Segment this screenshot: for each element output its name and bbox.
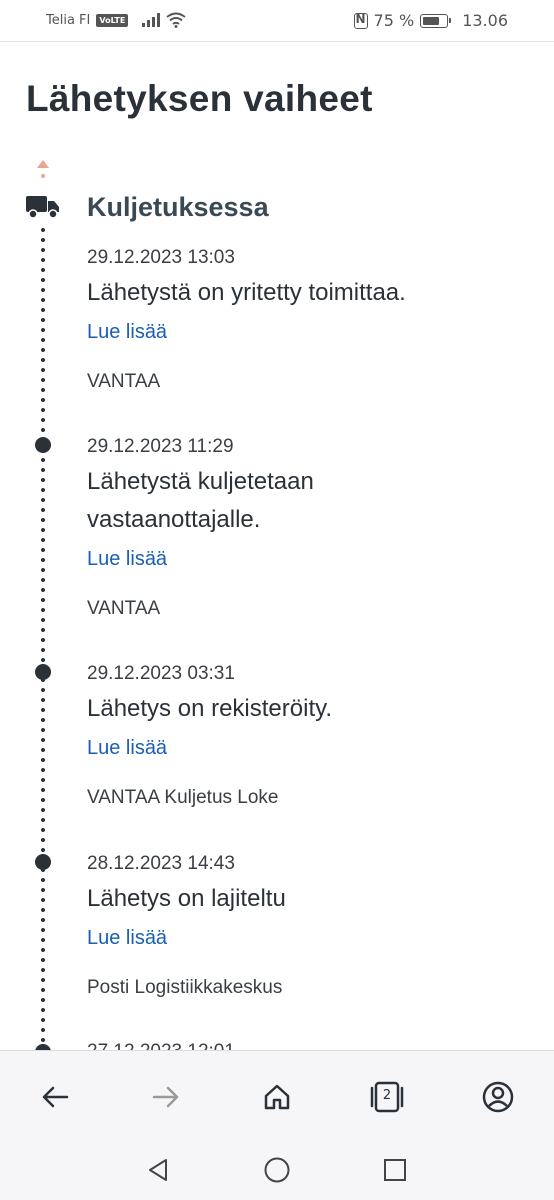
event-date: 28.12.2023 14:43 [87,853,235,874]
event-description: Lähetystä on yritetty toimittaa. [87,279,406,306]
system-navigation-bar [0,1140,554,1200]
forward-button[interactable] [148,1079,184,1115]
carrier-name: Telia FI [46,12,91,28]
back-button[interactable] [37,1079,73,1115]
event-item: 28.12.2023 14:43 Lähetys on lajiteltu Lu… [87,852,527,1000]
status-bar: Telia FI VoLTE 75 % 13.06 [0,0,554,42]
forward-arrow-icon [152,1086,179,1108]
event-location: Posti Logistiikkakeskus [87,977,283,998]
current-status-heading: Kuljetuksessa [87,192,269,222]
event-date: 29.12.2023 11:29 [87,436,234,457]
nav-home-button[interactable] [262,1155,292,1185]
event-description: Lähetystä kuljetetaan vastaanottajalle. [87,468,314,533]
event-item: 29.12.2023 13:03 Lähetystä on yritetty t… [87,246,527,394]
read-more-link[interactable]: Lue lisää [87,547,527,571]
nav-recents-button[interactable] [380,1155,410,1185]
nav-back-icon [149,1159,167,1181]
truck-icon [26,196,59,219]
timeline-dot [35,664,51,680]
timeline-dot [35,437,51,453]
event-item: 29.12.2023 11:29 Lähetystä kuljetetaan v… [87,435,527,621]
timeline-dot [35,854,51,870]
clock: 13.06 [462,11,508,30]
account-button[interactable] [480,1079,516,1115]
event-date: 29.12.2023 03:31 [87,663,235,684]
nfc-icon [353,12,368,29]
event-date: 29.12.2023 13:03 [87,247,235,268]
wifi-icon [166,12,186,28]
battery-percent: 75 % [373,11,415,30]
tab-count: 2 [382,1088,392,1103]
battery-icon [420,13,452,28]
timeline-arrow-dot [41,174,45,178]
tabs-button[interactable]: 2 [369,1079,405,1115]
event-description: Lähetys on lajiteltu [87,885,286,912]
volte-badge: VoLTE [96,13,129,27]
event-description: Lähetys on rekisteröity. [87,695,333,722]
back-arrow-icon [42,1086,69,1108]
account-icon [482,1081,514,1113]
read-more-link[interactable]: Lue lisää [87,320,527,344]
read-more-link[interactable]: Lue lisää [87,926,527,950]
read-more-link[interactable]: Lue lisää [87,736,527,760]
timeline-line [40,225,46,1055]
browser-toolbar: 2 [0,1050,554,1140]
signal-icon [142,13,161,27]
event-location: VANTAA Kuljetus Loke [87,787,279,808]
home-button[interactable] [259,1079,295,1115]
timeline-up-arrow-icon [37,160,49,168]
nav-back-button[interactable] [143,1155,173,1185]
event-location: VANTAA [87,371,161,392]
page-title: Lähetyksen vaiheet [26,78,373,119]
nav-recents-icon [384,1159,406,1181]
event-item: 29.12.2023 03:31 Lähetys on rekisteröity… [87,662,527,810]
nav-home-icon [264,1157,290,1183]
event-location: VANTAA [87,598,161,619]
home-icon [264,1084,290,1110]
